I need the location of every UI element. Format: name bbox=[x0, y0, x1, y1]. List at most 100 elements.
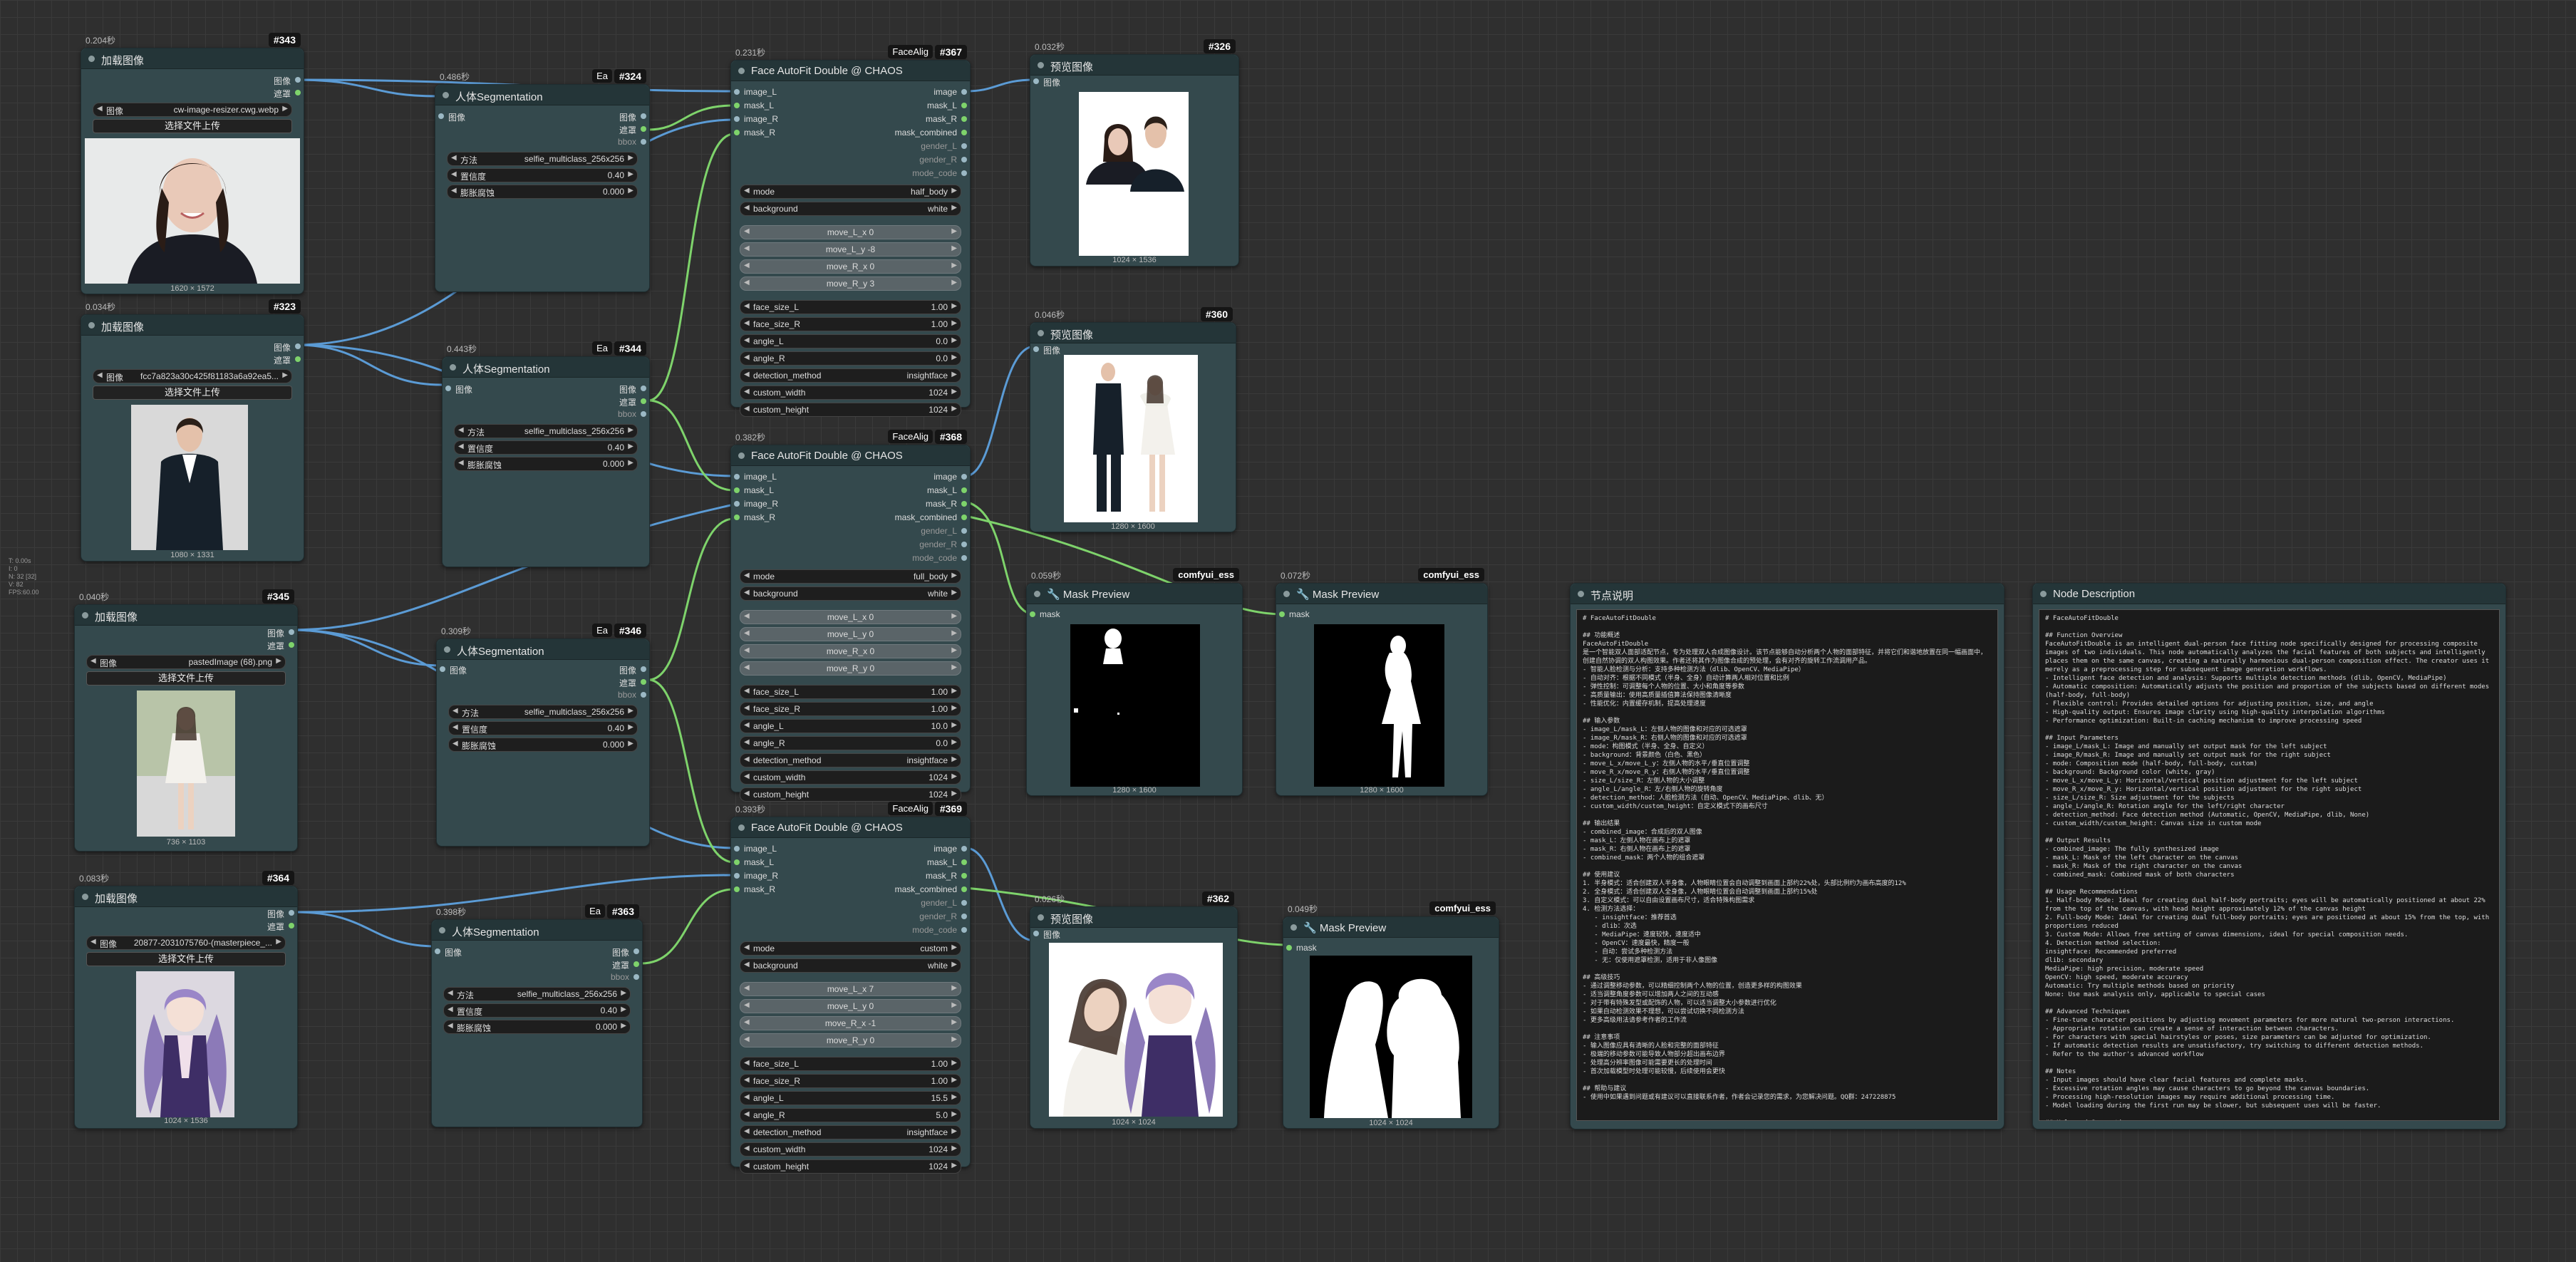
upload-button[interactable]: 选择文件上传 bbox=[93, 119, 292, 133]
collapse-dot-icon[interactable] bbox=[738, 68, 745, 74]
input-mask-r[interactable]: mask_R bbox=[731, 128, 775, 138]
widget-angle-r[interactable]: angle_R 0.0 bbox=[740, 351, 961, 366]
widget-face-size-l[interactable]: face_size_L 1.00 bbox=[740, 1057, 961, 1071]
node-header[interactable]: 人体Segmentation bbox=[432, 920, 642, 941]
load-image-node-343[interactable]: 0.204秒 #343 加载图像 图像 遮罩 图像 cw-image-resize… bbox=[81, 33, 304, 294]
output-mask-r[interactable]: mask_R bbox=[926, 114, 970, 124]
preview-image-node-360[interactable]: 0.046秒 #360 预览图像 图像 1280 × 1600 bbox=[1030, 307, 1236, 532]
face-autofit-node-368[interactable]: 0.382秒 FaceAlig #368 Face AutoFit Double @ … bbox=[730, 430, 971, 802]
dilate-erode-number[interactable]: 膨胀腐蚀 0.000 bbox=[447, 185, 638, 199]
input-image[interactable]: 图像 bbox=[432, 946, 462, 958]
output-gender-r[interactable]: gender_R bbox=[919, 539, 970, 549]
widget-move-r-y[interactable]: move_R_y 0 bbox=[740, 1033, 961, 1048]
input-image[interactable]: 图像 bbox=[1030, 929, 1060, 941]
upload-button[interactable]: 选择文件上传 bbox=[86, 671, 286, 686]
widget-move-r-y[interactable]: move_R_y 3 bbox=[740, 276, 961, 291]
output-mask[interactable]: 遮罩 bbox=[274, 354, 304, 366]
widget-detection-method[interactable]: detection_method insightface bbox=[740, 1125, 961, 1139]
image-file-select[interactable]: 图像 20877-2031075760-(masterpiece_... bbox=[86, 936, 286, 950]
widget-angle-l[interactable]: angle_L 15.5 bbox=[740, 1091, 961, 1105]
input-image-l[interactable]: image_L bbox=[731, 472, 777, 482]
widget-angle-r[interactable]: angle_R 5.0 bbox=[740, 1108, 961, 1122]
node-header[interactable]: Node Description bbox=[2033, 584, 2505, 604]
output-bbox[interactable]: bbox bbox=[618, 690, 649, 700]
node-header[interactable]: 🔧 Mask Preview bbox=[1276, 584, 1487, 604]
confidence-number[interactable]: 置信度 0.40 bbox=[454, 440, 638, 455]
note-node-english[interactable]: Node Description # FaceAutoFitDouble ## … bbox=[2032, 583, 2506, 1129]
widget-mode[interactable]: mode half_body bbox=[740, 185, 961, 199]
collapse-dot-icon[interactable] bbox=[82, 894, 88, 900]
widget-move-r-x[interactable]: move_R_x 0 bbox=[740, 644, 961, 658]
output-mask-combined[interactable]: mask_combined bbox=[895, 128, 970, 138]
output-image[interactable]: image bbox=[933, 87, 970, 97]
confidence-number[interactable]: 置信度 0.40 bbox=[448, 721, 638, 735]
output-image[interactable]: 图像 bbox=[267, 908, 297, 920]
upload-button[interactable]: 选择文件上传 bbox=[86, 952, 286, 966]
collapse-dot-icon[interactable] bbox=[88, 322, 95, 329]
load-image-node-323[interactable]: 0.034秒 #323 加载图像 图像 遮罩 图像 fcc7a823a30c425… bbox=[81, 299, 304, 562]
collapse-dot-icon[interactable] bbox=[1578, 591, 1584, 597]
method-select[interactable]: 方法 selfie_multiclass_256x256 bbox=[447, 152, 638, 166]
load-image-node-345[interactable]: 0.040秒 #345 加载图像 图像 遮罩 图像 pastedImage (68… bbox=[74, 589, 298, 852]
node-header[interactable]: Face AutoFit Double @ CHAOS bbox=[731, 61, 970, 81]
collapse-dot-icon[interactable] bbox=[738, 824, 745, 831]
input-image-r[interactable]: image_R bbox=[731, 114, 778, 124]
image-file-select[interactable]: 图像 fcc7a823a30c425f81183a6a92ea5... bbox=[93, 369, 292, 383]
output-gender-r[interactable]: gender_R bbox=[919, 911, 970, 921]
input-image[interactable]: 图像 bbox=[443, 383, 472, 395]
input-image-r[interactable]: image_R bbox=[731, 871, 778, 881]
node-header[interactable]: 🔧 Mask Preview bbox=[1283, 917, 1499, 938]
output-bbox[interactable]: bbox bbox=[618, 409, 649, 419]
confidence-number[interactable]: 置信度 0.40 bbox=[443, 1003, 631, 1018]
method-select[interactable]: 方法 selfie_multiclass_256x256 bbox=[448, 705, 638, 719]
output-gender-l[interactable]: gender_L bbox=[921, 898, 970, 908]
widget-background[interactable]: background white bbox=[740, 958, 961, 973]
widget-move-l-x[interactable]: move_L_x 7 bbox=[740, 982, 961, 996]
widget-detection-method[interactable]: detection_method insightface bbox=[740, 753, 961, 767]
widget-face-size-r[interactable]: face_size_R 1.00 bbox=[740, 1074, 961, 1088]
collapse-dot-icon[interactable] bbox=[88, 56, 95, 62]
widget-custom-height[interactable]: custom_height 1024 bbox=[740, 1159, 961, 1174]
collapse-dot-icon[interactable] bbox=[2040, 591, 2047, 597]
widget-face-size-r[interactable]: face_size_R 1.00 bbox=[740, 317, 961, 331]
output-mask-combined[interactable]: mask_combined bbox=[895, 512, 970, 522]
output-bbox[interactable]: bbox bbox=[611, 972, 642, 982]
output-gender-l[interactable]: gender_L bbox=[921, 526, 970, 536]
node-header[interactable]: 加载图像 bbox=[75, 886, 297, 907]
input-mask-l[interactable]: mask_L bbox=[731, 485, 774, 495]
widget-background[interactable]: background white bbox=[740, 586, 961, 601]
node-header[interactable]: 预览图像 bbox=[1030, 323, 1236, 343]
node-header[interactable]: 加载图像 bbox=[81, 48, 304, 69]
widget-angle-r[interactable]: angle_R 0.0 bbox=[740, 736, 961, 750]
widget-angle-l[interactable]: angle_L 10.0 bbox=[740, 719, 961, 733]
input-image[interactable]: 图像 bbox=[1030, 344, 1060, 356]
node-header[interactable]: Face AutoFit Double @ CHAOS bbox=[731, 445, 970, 466]
widget-mode[interactable]: mode custom bbox=[740, 941, 961, 956]
preview-image-node-326[interactable]: 0.032秒 #326 预览图像 图像 1024 × 1536 bbox=[1030, 39, 1239, 267]
input-mask-r[interactable]: mask_R bbox=[731, 512, 775, 522]
preview-image-node-362[interactable]: 0.026秒 #362 预览图像 图像 1024 × 1024 bbox=[1030, 891, 1238, 1129]
node-header[interactable]: 人体Segmentation bbox=[435, 85, 649, 105]
collapse-dot-icon[interactable] bbox=[1038, 914, 1044, 921]
method-select[interactable]: 方法 selfie_multiclass_256x256 bbox=[443, 987, 631, 1001]
output-image[interactable]: 图像 bbox=[619, 383, 649, 395]
collapse-dot-icon[interactable] bbox=[1038, 62, 1044, 68]
input-mask-l[interactable]: mask_L bbox=[731, 100, 774, 110]
node-header[interactable]: 预览图像 bbox=[1030, 55, 1238, 76]
widget-move-l-x[interactable]: move_L_x 0 bbox=[740, 225, 961, 239]
dilate-erode-number[interactable]: 膨胀腐蚀 0.000 bbox=[443, 1020, 631, 1034]
widget-detection-method[interactable]: detection_method insightface bbox=[740, 368, 961, 383]
widget-angle-l[interactable]: angle_L 0.0 bbox=[740, 334, 961, 348]
collapse-dot-icon[interactable] bbox=[444, 646, 450, 653]
input-image[interactable]: 图像 bbox=[1030, 76, 1060, 88]
input-mask-r[interactable]: mask_R bbox=[731, 884, 775, 894]
input-mask[interactable]: mask bbox=[1027, 609, 1060, 619]
collapse-dot-icon[interactable] bbox=[738, 452, 745, 459]
collapse-dot-icon[interactable] bbox=[82, 612, 88, 619]
mask-preview-node-352[interactable]: 0.072秒 comfyui_ess 🔧 Mask Preview mask 1… bbox=[1276, 568, 1488, 796]
input-image[interactable]: 图像 bbox=[435, 111, 465, 123]
output-mode-code[interactable]: mode_code bbox=[912, 168, 970, 178]
human-segmentation-node-344[interactable]: 0.443秒 Ea #344 人体Segmentation 图像 图像 遮罩 b… bbox=[442, 341, 650, 567]
output-mask-combined[interactable]: mask_combined bbox=[895, 884, 970, 894]
human-segmentation-node-363[interactable]: 0.398秒 Ea #363 人体Segmentation 图像 图像 遮罩 b… bbox=[431, 904, 643, 1127]
